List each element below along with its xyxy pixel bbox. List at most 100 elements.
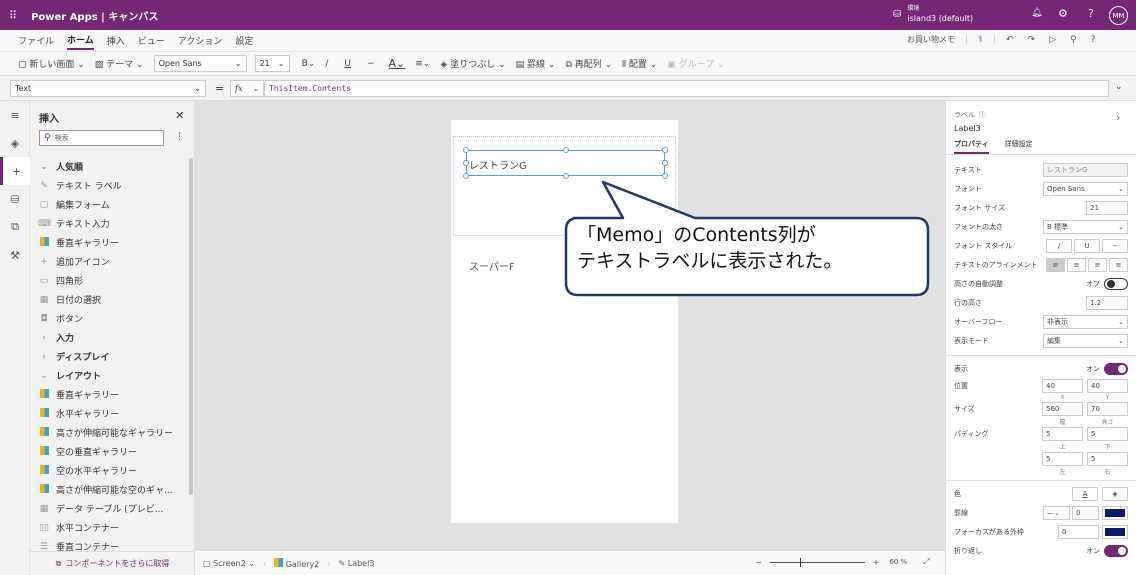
tab-advanced[interactable]: 詳細設定 [1005, 139, 1033, 154]
height-field[interactable]: 70 [1087, 402, 1128, 416]
theme-button[interactable]: ▨ テーマ ⌄ [95, 57, 144, 70]
insert-category[interactable]: ⌄ 人気順 [30, 157, 190, 176]
environment-picker[interactable]: 環境 island3 (default) [907, 4, 973, 24]
formula-input[interactable]: ThisItem.Contents [264, 80, 1109, 97]
menu-icon[interactable]: ≡ [0, 101, 30, 129]
zoom-in-button[interactable]: + [873, 558, 880, 567]
border-width-field[interactable]: 0 [1072, 505, 1099, 520]
breadcrumb-screen[interactable]: ▢ Screen2 ⌄ [203, 559, 255, 568]
wrap-toggle[interactable] [1104, 544, 1128, 557]
line-height-field[interactable]: 1.2 [1086, 295, 1128, 310]
property-select[interactable]: Text ⌄ [10, 80, 206, 97]
new-screen-button[interactable]: ▢ 新しい画面 ⌄ [18, 57, 85, 70]
bell-icon[interactable]: 🔔︎ [1031, 8, 1042, 18]
border-button[interactable]: ▤ 罫線 ⌄ [516, 57, 556, 70]
gear-icon[interactable]: ⚙ [1058, 7, 1068, 20]
menu-insert[interactable]: 挿入 [107, 32, 125, 49]
close-icon[interactable]: ✕ [175, 109, 184, 122]
align-center[interactable]: ≡ [1067, 257, 1086, 272]
fill-button[interactable]: ◈ 塗りつぶし ⌄ [440, 57, 505, 70]
insert-item[interactable]: 垂直ギャラリー [30, 233, 190, 252]
bold-button[interactable]: B⌄ [302, 59, 316, 69]
padding-bottom-field[interactable]: 5 [1087, 427, 1128, 441]
insert-item[interactable]: 高さが伸縮可能なギャラリー [30, 423, 190, 442]
overflow-dropdown[interactable]: 非表示 ⌄ [1043, 314, 1128, 329]
avatar[interactable]: MM [1109, 6, 1128, 25]
undo-icon[interactable]: ↶ [1006, 35, 1014, 45]
breadcrumb-label[interactable]: ✎ Label3 [339, 559, 375, 568]
text-field[interactable]: レストランG [1043, 162, 1128, 177]
x-field[interactable]: 40 [1042, 379, 1083, 393]
font-size-field[interactable]: 21 [1086, 200, 1128, 215]
insert-icon[interactable]: + [0, 157, 30, 185]
layers-icon[interactable]: ◈ [0, 129, 30, 157]
scrollbar[interactable] [189, 158, 193, 495]
insert-item[interactable]: ◘ ボタン [30, 309, 190, 328]
resize-handle[interactable] [463, 147, 469, 153]
insert-item[interactable]: 空の水平ギャラリー [30, 461, 190, 480]
padding-top-field[interactable]: 5 [1042, 427, 1083, 441]
resize-handle[interactable] [463, 173, 469, 179]
insert-item[interactable]: 空の垂直ギャラリー [30, 442, 190, 461]
resize-handle[interactable] [463, 160, 469, 166]
font-size-select[interactable]: 21 ⌄ [254, 55, 290, 72]
waffle-icon[interactable]: ⠿ [9, 9, 17, 22]
help-icon[interactable]: ? [1088, 7, 1094, 20]
insert-item[interactable]: ▦ 日付の選択 [30, 290, 190, 309]
zoom-out-button[interactable]: − [755, 558, 762, 567]
zoom-slider[interactable] [769, 557, 865, 567]
insert-item[interactable]: 水平ギャラリー [30, 404, 190, 423]
underline-button[interactable]: U [344, 59, 351, 69]
border-style-dropdown[interactable]: —⌄ [1043, 505, 1070, 520]
tab-properties[interactable]: プロパティ [954, 139, 989, 154]
insert-item[interactable]: ▭ 四角形 [30, 271, 190, 290]
display-mode-dropdown[interactable]: 編集 ⌄ [1043, 333, 1128, 348]
get-more-components-link[interactable]: ⧉ コンポーネントをさらに取得 [30, 551, 195, 575]
menu-action[interactable]: アクション [178, 32, 223, 49]
strikethrough-toggle[interactable]: − [1102, 238, 1128, 253]
expand-panel-icon[interactable]: › [1116, 111, 1120, 124]
focused-border-color-swatch[interactable] [1102, 524, 1128, 539]
insert-category[interactable]: › 入力 [30, 328, 190, 347]
strikethrough-button[interactable]: − [367, 59, 375, 69]
tools-icon[interactable]: ⚒ [0, 241, 30, 269]
selected-label[interactable]: レストランG [463, 147, 668, 179]
insert-category[interactable]: › ディスプレイ [30, 347, 190, 366]
insert-item[interactable]: 高さが伸縮可能な空のギャ... [30, 480, 190, 499]
align-right[interactable]: ≡ [1088, 257, 1107, 272]
insert-item[interactable]: ⌨ テキスト入力 [30, 214, 190, 233]
visible-toggle[interactable] [1104, 362, 1128, 375]
insert-item[interactable]: ▢ 編集フォーム [30, 195, 190, 214]
font-color-button[interactable]: A⌄ [389, 57, 406, 70]
border-color-swatch[interactable] [1102, 505, 1128, 520]
padding-right-field[interactable]: 5 [1087, 452, 1128, 466]
padding-left-field[interactable]: 5 [1042, 452, 1083, 466]
y-field[interactable]: 40 [1087, 379, 1128, 393]
resize-handle[interactable] [662, 160, 668, 166]
italic-toggle[interactable]: / [1046, 238, 1072, 253]
font-dropdown[interactable]: Open Sans ⌄ [1043, 181, 1128, 196]
font-weight-dropdown[interactable]: B 標準 ⌄ [1043, 219, 1128, 234]
media-icon[interactable]: ⧉ [0, 213, 30, 241]
italic-button[interactable]: / [325, 59, 328, 69]
menu-view[interactable]: ビュー [138, 32, 165, 49]
help-icon[interactable]: ⓘ [979, 110, 986, 120]
resize-handle[interactable] [563, 147, 569, 153]
insert-item[interactable]: ▦ データ テーブル (プレビ... [30, 499, 190, 518]
focused-border-width-field[interactable]: 0 [1058, 524, 1099, 539]
group-button[interactable]: ▣ グループ ⌄ [667, 57, 724, 70]
expand-formula-icon[interactable]: ⌄ [1115, 82, 1123, 92]
width-field[interactable]: 560 [1042, 402, 1083, 416]
reorder-button[interactable]: ⧉ 再配列 ⌄ [565, 57, 612, 70]
fx-button[interactable]: fx ⌄ [230, 80, 264, 97]
redo-icon[interactable]: ↷ [1028, 35, 1036, 45]
menu-home[interactable]: ホーム [67, 31, 94, 50]
auto-height-toggle[interactable] [1104, 277, 1128, 290]
insert-item[interactable]: + 追加アイコン [30, 252, 190, 271]
align-button[interactable]: ⫴ 配置 ⌄ [622, 57, 657, 70]
more-options-icon[interactable]: ⋮ [175, 132, 184, 142]
help-icon[interactable]: ? [1091, 35, 1096, 45]
text-color-button[interactable]: A [1072, 486, 1098, 501]
insert-item[interactable]: ✎ テキスト ラベル [30, 176, 190, 195]
play-icon[interactable]: ▷ [1049, 35, 1056, 45]
